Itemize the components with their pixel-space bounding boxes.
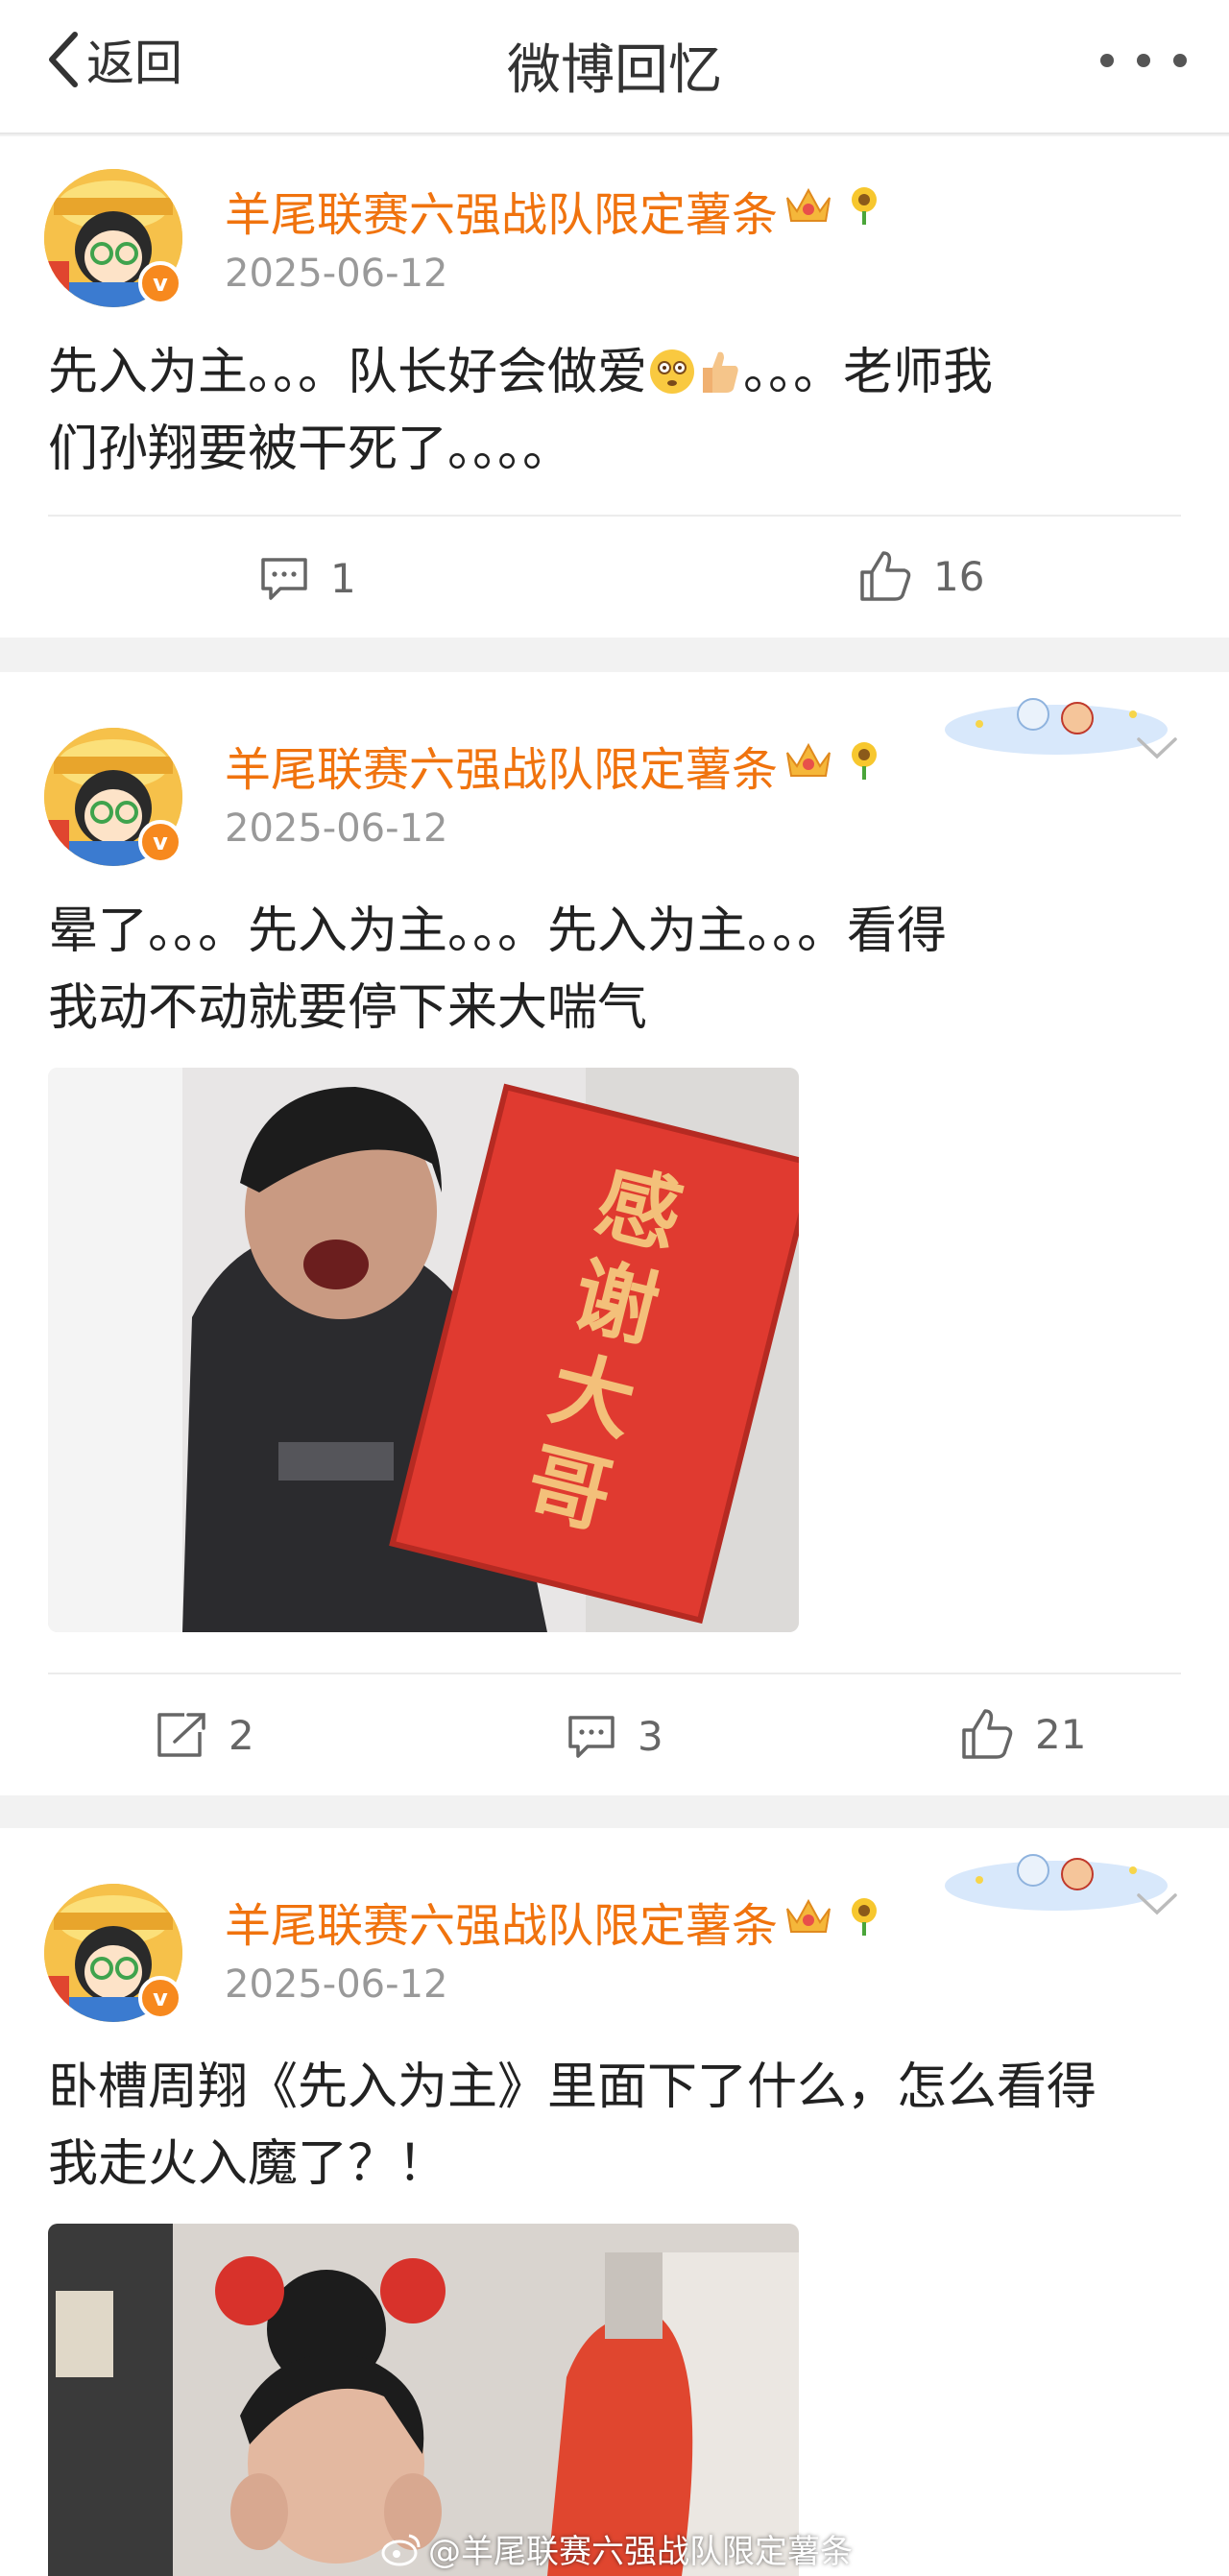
thumbs-up-emoji-icon — [703, 351, 738, 393]
post-image[interactable]: 感 谢 大 哥 — [48, 1068, 799, 1632]
more-dots-icon[interactable] — [1100, 46, 1187, 75]
avatar[interactable]: v — [44, 1884, 182, 2022]
crown-icon — [786, 742, 831, 777]
post-text: 先入为主。。。队长好会做爱 。。。老师我 们孙翔要被干死了。。。。 — [48, 334, 1191, 488]
post-date: 2025-06-12 — [225, 807, 448, 851]
watermark: @羊尾联赛六强战队限定薯条 — [380, 2525, 853, 2572]
username[interactable]: 羊尾联赛六强战队限定薯条 — [225, 732, 778, 799]
page-title: 微博回忆 — [507, 39, 722, 102]
post-text: 晕了。。。先入为主。。。先入为主。。。看得 我动不动就要停下来大喘气 — [48, 893, 1191, 1047]
post-date: 2025-06-12 — [225, 252, 448, 296]
chevron-down-icon[interactable] — [1135, 1890, 1179, 1918]
comment-button[interactable]: 1 — [259, 555, 356, 602]
post-text-line: 晕了。。。先入为主。。。先入为主。。。看得 — [48, 903, 948, 960]
post-text-tail: 。。。老师我 — [743, 344, 994, 401]
like-button[interactable]: 21 — [960, 1707, 1086, 1761]
repost-count: 2 — [229, 1711, 254, 1759]
sunflower-icon — [852, 1898, 877, 1936]
watermark-text: @羊尾联赛六强战队限定薯条 — [428, 2533, 853, 2571]
comment-count: 3 — [638, 1713, 663, 1760]
verified-badge-icon: v — [138, 820, 182, 864]
crown-icon — [786, 1898, 831, 1933]
post-image[interactable] — [48, 2224, 799, 2576]
post-date: 2025-06-12 — [225, 1962, 448, 2007]
chevron-down-icon[interactable] — [1135, 734, 1179, 762]
divider — [48, 1673, 1181, 1674]
avatar[interactable]: v — [44, 728, 182, 866]
username[interactable]: 羊尾联赛六强战队限定薯条 — [225, 177, 778, 244]
post-text-line: 们孙翔要被干死了。。。。 — [48, 421, 573, 478]
comment-button[interactable]: 3 — [566, 1713, 663, 1760]
verified-badge-icon: v — [138, 1976, 182, 2020]
comment-icon — [568, 1715, 614, 1758]
post-text-line: 先入为主。。。队长好会做爱 — [48, 344, 648, 401]
top-bar: 返回 微博回忆 — [0, 0, 1229, 134]
weibo-logo-icon — [381, 2534, 421, 2565]
avatar[interactable]: v — [44, 169, 182, 307]
post-text-line: 我走火入魔了？！ — [48, 2135, 448, 2193]
verified-badge-icon: v — [138, 261, 182, 305]
comment-count: 1 — [330, 555, 356, 602]
post-card: v 羊尾联赛六强战队限定薯条 2025-06-12 晕了。。。先入为主。。。先入… — [0, 672, 1229, 1795]
repost-icon — [157, 1713, 205, 1757]
post-text-line: 我动不动就要停下来大喘气 — [48, 979, 648, 1037]
sunflower-icon — [852, 742, 877, 780]
like-button[interactable]: 16 — [858, 549, 984, 603]
flushed-face-icon — [650, 349, 695, 394]
comment-icon — [261, 557, 307, 600]
like-icon — [860, 551, 911, 601]
post-card: v 羊尾联赛六强战队限定薯条 2025-06-12 卧槽周翔《先入为主》里面下了… — [0, 1828, 1229, 2576]
sunflower-icon — [852, 187, 877, 225]
post-card: v 羊尾联赛六强战队限定薯条 2025-06-12 先入为主。。。队长好会做爱 。… — [0, 136, 1229, 638]
repost-button[interactable]: 2 — [156, 1711, 254, 1759]
like-count: 16 — [933, 552, 985, 600]
like-icon — [962, 1709, 1013, 1759]
divider — [48, 515, 1181, 517]
crown-icon — [786, 187, 831, 222]
username[interactable]: 羊尾联赛六强战队限定薯条 — [225, 1888, 778, 1955]
like-count: 21 — [1035, 1710, 1087, 1758]
post-text: 卧槽周翔《先入为主》里面下了什么，怎么看得 我走火入魔了？！ — [48, 2049, 1191, 2203]
post-text-line: 卧槽周翔《先入为主》里面下了什么，怎么看得 — [48, 2058, 1097, 2116]
